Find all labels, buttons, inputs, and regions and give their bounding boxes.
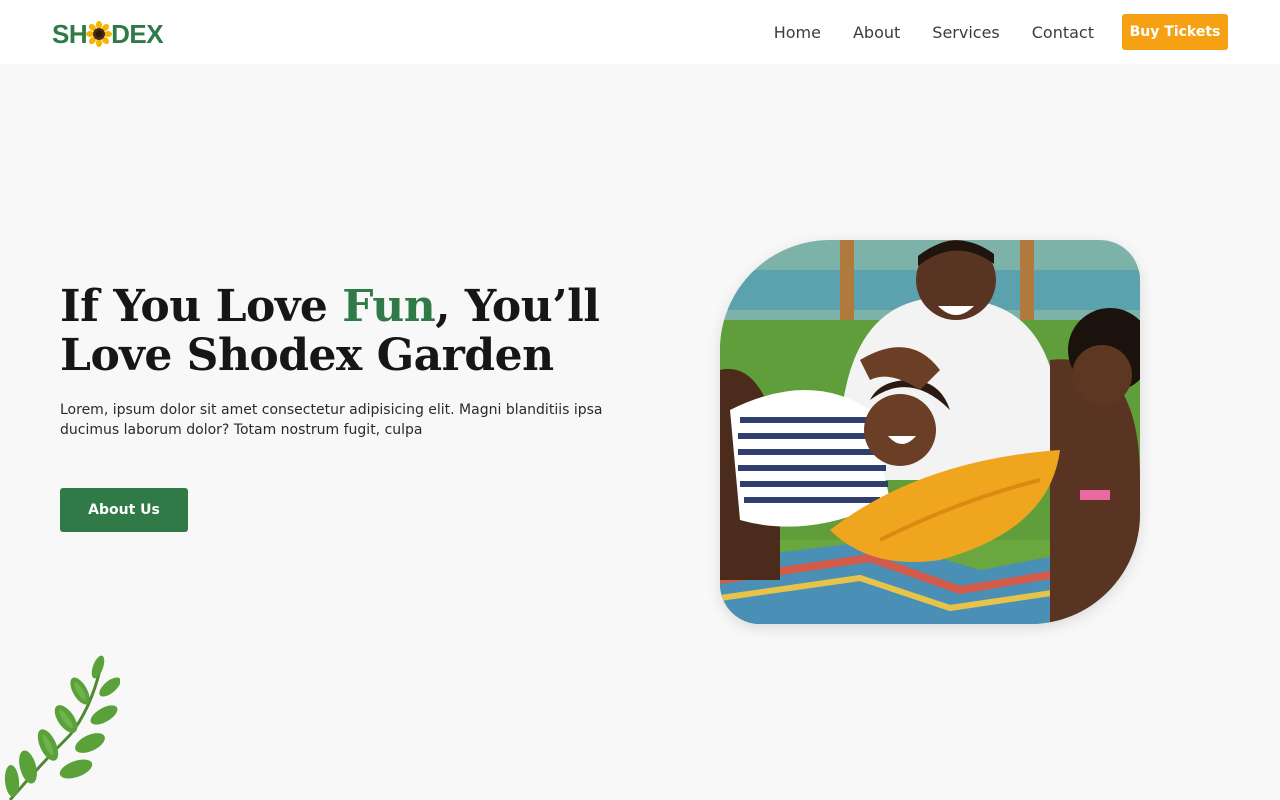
leaf-branch-decoration: [0, 655, 120, 800]
hero-title-part1: If You Love: [60, 281, 343, 332]
hero-title-accent: Fun: [342, 281, 436, 332]
logo-text-suffix: DEX: [111, 18, 164, 49]
hero-title: If You Love Fun, You’ll Love Shodex Gard…: [60, 282, 640, 380]
sunflower-icon: [86, 21, 113, 47]
nav-about-link[interactable]: About: [853, 23, 900, 42]
nav-services-link[interactable]: Services: [932, 23, 999, 42]
about-us-button[interactable]: About Us: [60, 488, 188, 532]
nav-home-link[interactable]: Home: [774, 23, 821, 42]
logo-text-prefix: SH: [52, 18, 88, 49]
buy-tickets-button[interactable]: Buy Tickets: [1122, 14, 1228, 50]
main-nav: Home About Services Contact Buy Tickets: [774, 0, 1228, 64]
logo[interactable]: SH DEX: [52, 17, 164, 51]
nav-contact-link[interactable]: Contact: [1032, 23, 1094, 42]
hero-description: Lorem, ipsum dolor sit amet consectetur …: [60, 402, 603, 438]
site-header: SH DEX Home About Services Contact Buy T…: [0, 0, 1280, 64]
hero-family-photo: [720, 240, 1140, 624]
